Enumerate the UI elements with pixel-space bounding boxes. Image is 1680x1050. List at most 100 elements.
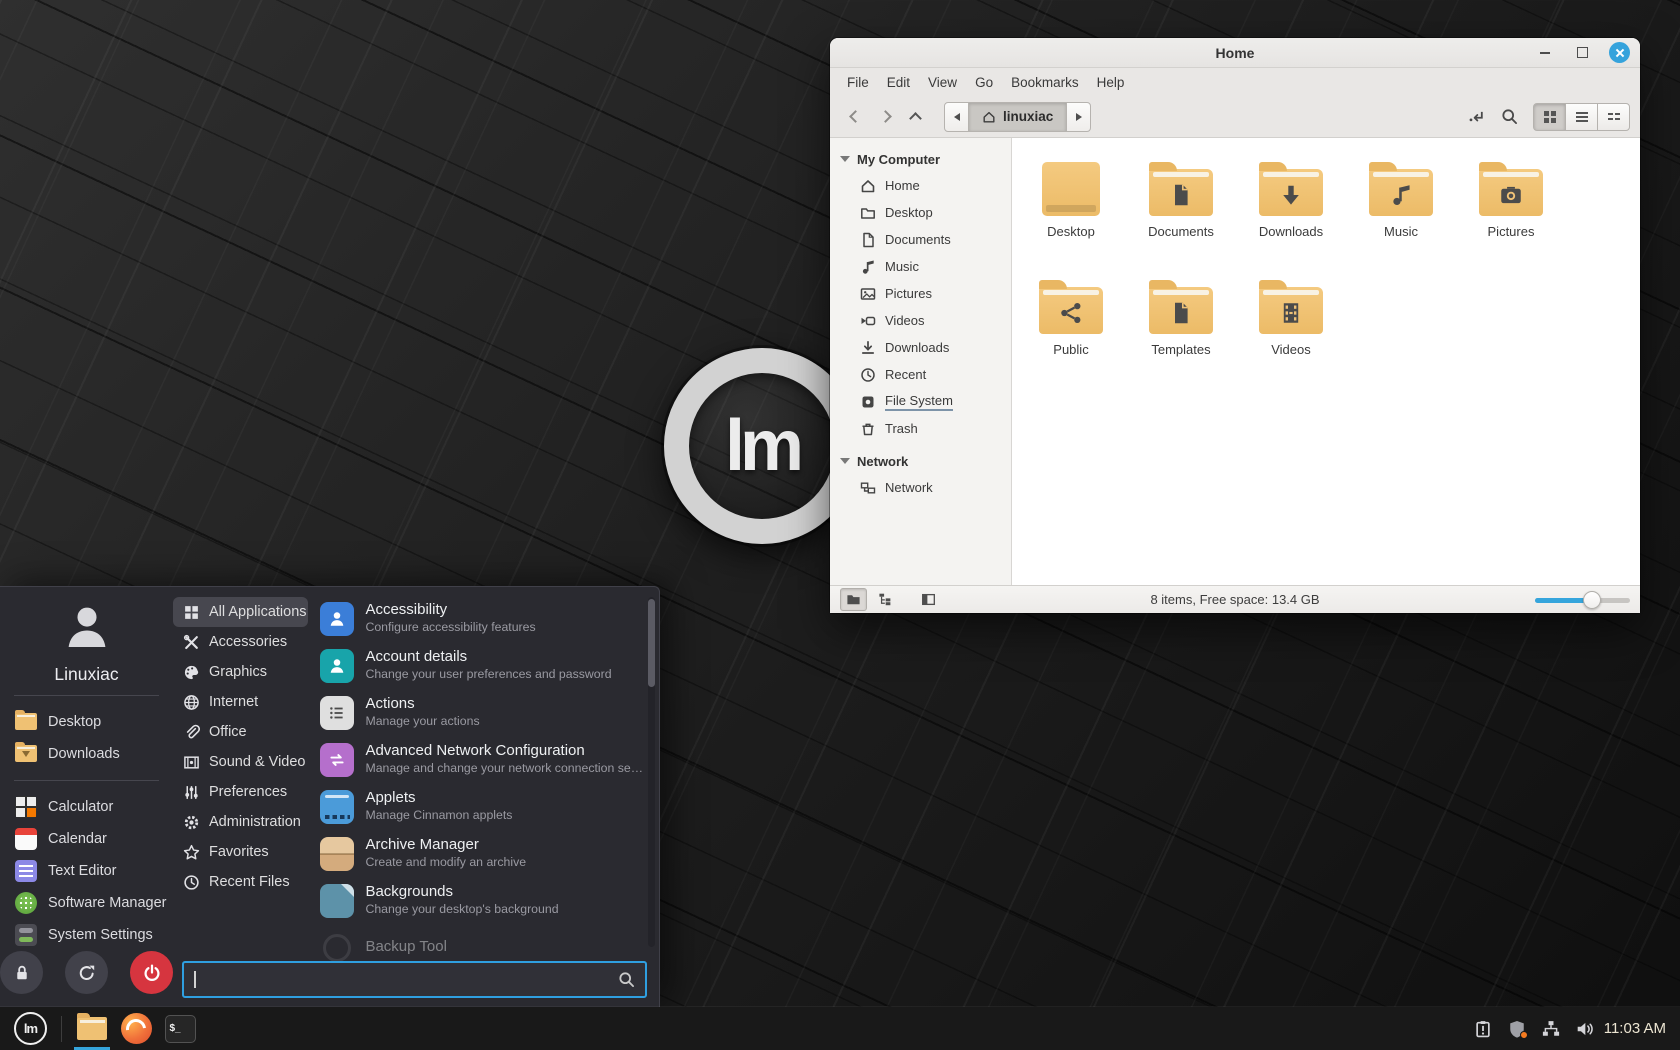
file-item-pictures[interactable]: Pictures <box>1459 152 1563 270</box>
category-accessories[interactable]: Accessories <box>173 627 308 657</box>
category-administration[interactable]: Administration <box>173 807 308 837</box>
sidebar-section-network[interactable]: Network <box>830 448 1011 474</box>
menu-categories-column: All Applications Accessories Graphics In… <box>173 587 316 1007</box>
compact-view-icon <box>1608 111 1620 123</box>
file-item-videos[interactable]: Videos <box>1239 270 1343 388</box>
terminal-launcher[interactable]: $_ <box>158 1007 202 1050</box>
sidebar-item-home[interactable]: Home <box>830 172 1011 199</box>
menu-view[interactable]: View <box>919 72 966 93</box>
category-preferences[interactable]: Preferences <box>173 777 308 807</box>
up-button[interactable] <box>900 102 930 132</box>
menu-help[interactable]: Help <box>1088 72 1134 93</box>
category-recent-files[interactable]: Recent Files <box>173 867 308 897</box>
shutdown-button[interactable] <box>130 951 173 994</box>
search-input[interactable] <box>200 971 619 988</box>
back-button[interactable] <box>840 102 870 132</box>
chevron-right-icon <box>879 110 892 123</box>
list-view-button[interactable] <box>1565 103 1598 131</box>
forward-button[interactable] <box>870 102 900 132</box>
file-icon-view[interactable]: Desktop Documents Downloads Music Pictur… <box>1012 138 1640 585</box>
category-graphics[interactable]: Graphics <box>173 657 308 687</box>
sidebar-item-recent[interactable]: Recent <box>830 361 1011 388</box>
icon-view-button[interactable] <box>1533 103 1566 131</box>
app-item-advanced-network-configuration[interactable]: Advanced Network ConfigurationManage and… <box>320 736 643 783</box>
app-item-backgrounds[interactable]: BackgroundsChange your desktop's backgro… <box>320 877 643 924</box>
menu-place-downloads[interactable]: Downloads <box>0 738 173 770</box>
scrollbar[interactable] <box>648 597 655 947</box>
expander-icon[interactable] <box>840 156 850 162</box>
applets-icon <box>320 790 354 824</box>
application-list[interactable]: AccessibilityConfigure accessibility fea… <box>320 595 643 964</box>
search-button[interactable] <box>1501 108 1518 125</box>
section-header-label: Network <box>857 454 908 469</box>
volume-tray-icon[interactable] <box>1576 1020 1594 1038</box>
file-item-music[interactable]: Music <box>1349 152 1453 270</box>
menu-file[interactable]: File <box>838 72 878 93</box>
file-label: Documents <box>1148 224 1214 239</box>
statusbar: 8 items, Free space: 13.4 GB <box>830 585 1640 613</box>
category-all-applications[interactable]: All Applications <box>173 597 308 627</box>
session-buttons <box>0 951 173 994</box>
sidebar-item-downloads[interactable]: Downloads <box>830 334 1011 361</box>
minimize-button[interactable] <box>1535 43 1555 63</box>
app-item-account-details[interactable]: Account detailsChange your user preferen… <box>320 642 643 689</box>
path-scroll-right-button[interactable] <box>1066 102 1091 132</box>
menu-shortcut-calendar[interactable]: Calendar <box>0 823 173 855</box>
logout-button[interactable] <box>65 951 108 994</box>
sidebar-item-videos[interactable]: Videos <box>830 307 1011 334</box>
app-item-actions[interactable]: ActionsManage your actions <box>320 689 643 736</box>
zoom-slider[interactable] <box>1535 591 1630 609</box>
sidebar-item-desktop[interactable]: Desktop <box>830 199 1011 226</box>
menu-bookmarks[interactable]: Bookmarks <box>1002 72 1088 93</box>
menu-go[interactable]: Go <box>966 72 1002 93</box>
expander-icon[interactable] <box>840 458 850 464</box>
menu-button[interactable]: lm <box>14 1012 47 1045</box>
files-launcher[interactable] <box>70 1007 114 1050</box>
file-item-documents[interactable]: Documents <box>1129 152 1233 270</box>
app-item-archive-manager[interactable]: Archive ManagerCreate and modify an arch… <box>320 830 643 877</box>
file-item-public[interactable]: Public <box>1019 270 1123 388</box>
sidebar-item-documents[interactable]: Documents <box>830 226 1011 253</box>
user-avatar-icon[interactable] <box>60 601 114 654</box>
category-favorites[interactable]: Favorites <box>173 837 308 867</box>
app-item-applets[interactable]: AppletsManage Cinnamon applets <box>320 783 643 830</box>
menu-place-desktop[interactable]: Desktop <box>0 705 173 737</box>
menu-edit[interactable]: Edit <box>878 72 919 93</box>
path-segment-home[interactable]: linuxiac <box>968 102 1067 132</box>
file-item-templates[interactable]: Templates <box>1129 270 1233 388</box>
network-tray-icon[interactable] <box>1542 1020 1560 1038</box>
menu-shortcut-system-settings[interactable]: System Settings <box>0 919 173 951</box>
scrollbar-thumb[interactable] <box>648 599 655 687</box>
menu-search-box[interactable] <box>182 961 647 998</box>
file-item-desktop[interactable]: Desktop <box>1019 152 1123 270</box>
file-label: Downloads <box>1259 224 1323 239</box>
menu-shortcut-text-editor[interactable]: Text Editor <box>0 855 173 887</box>
clipboard-tray-icon[interactable] <box>1474 1020 1492 1038</box>
lock-screen-button[interactable] <box>0 951 43 994</box>
compact-view-button[interactable] <box>1597 103 1630 131</box>
file-item-downloads[interactable]: Downloads <box>1239 152 1343 270</box>
category-office[interactable]: Office <box>173 717 308 747</box>
category-sound-video[interactable]: Sound & Video <box>173 747 308 777</box>
sidebar-item-network[interactable]: Network <box>830 474 1011 501</box>
category-internet[interactable]: Internet <box>173 687 308 717</box>
clock[interactable]: 11:03 AM <box>1604 1020 1666 1037</box>
folder-icon <box>1259 287 1323 334</box>
app-item-accessibility[interactable]: AccessibilityConfigure accessibility fea… <box>320 595 643 642</box>
toggle-location-entry-button[interactable] <box>1468 108 1485 125</box>
sidebar-item-music[interactable]: Music <box>830 253 1011 280</box>
sidebar-item-pictures[interactable]: Pictures <box>830 280 1011 307</box>
app-item-backup-tool[interactable]: Backup Tool <box>320 924 643 964</box>
update-manager-shield-icon[interactable] <box>1508 1020 1526 1038</box>
sidebar-item-file-system[interactable]: File System <box>830 388 1011 415</box>
close-button[interactable] <box>1609 42 1630 63</box>
firefox-launcher[interactable] <box>114 1007 158 1050</box>
sidebar-section-my-computer[interactable]: My Computer <box>830 146 1011 172</box>
titlebar[interactable]: Home <box>830 38 1640 68</box>
slider-handle[interactable] <box>1583 591 1601 609</box>
path-scroll-left-button[interactable] <box>944 102 969 132</box>
maximize-button[interactable] <box>1572 43 1592 63</box>
menu-shortcut-software-manager[interactable]: Software Manager <box>0 887 173 919</box>
sidebar-item-trash[interactable]: Trash <box>830 415 1011 442</box>
menu-shortcut-calculator[interactable]: Calculator <box>0 791 173 823</box>
